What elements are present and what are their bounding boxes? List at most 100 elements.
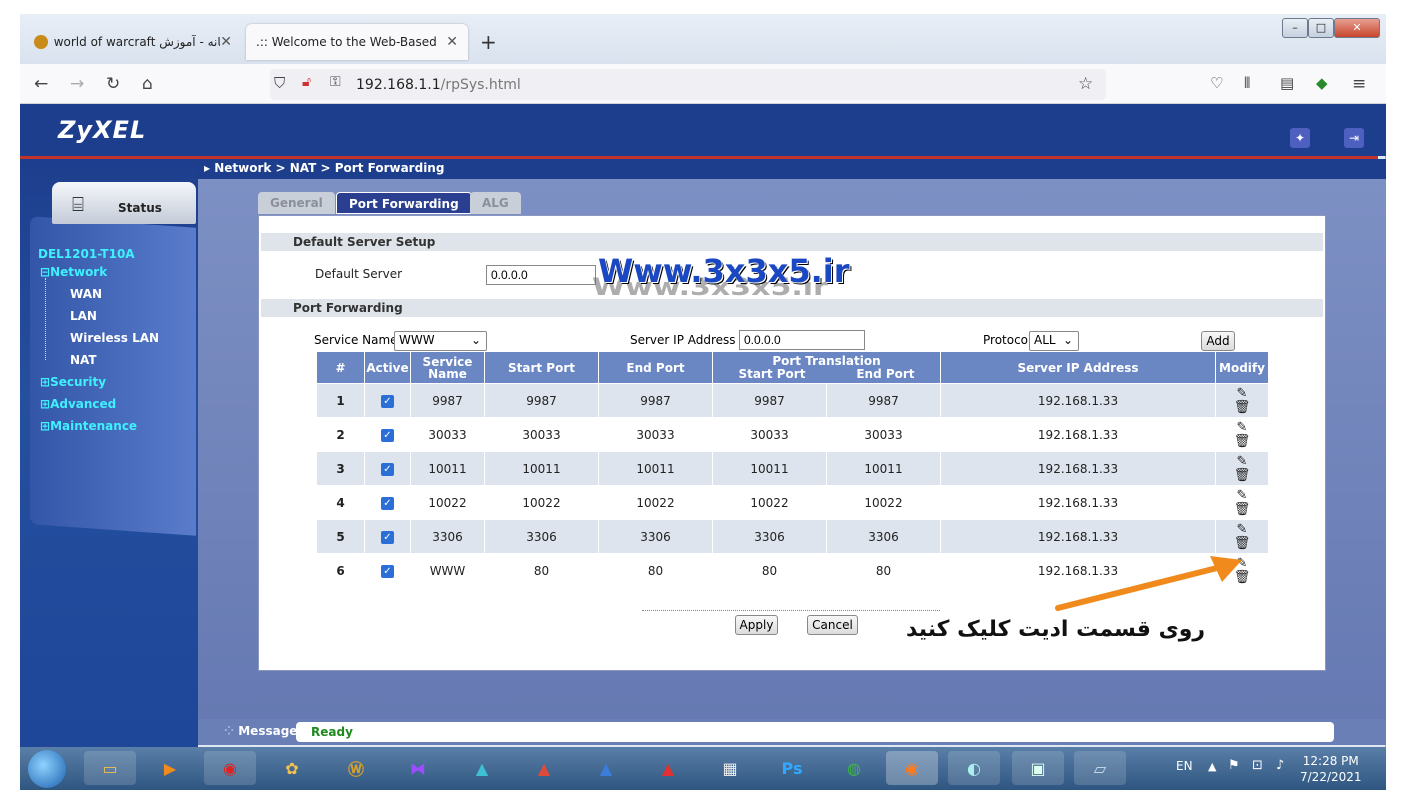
volume-icon[interactable]: ♪ bbox=[1276, 758, 1284, 773]
menu-lan[interactable]: LAN bbox=[70, 309, 97, 323]
end-port-cell: 80 bbox=[599, 554, 712, 587]
cancel-button[interactable]: Cancel bbox=[807, 615, 858, 635]
menu-network[interactable]: ⊟Network bbox=[40, 265, 107, 279]
trash-icon[interactable]: 🗑︎ bbox=[1234, 502, 1251, 517]
trash-icon[interactable]: 🗑︎ bbox=[1234, 468, 1251, 483]
photoshop-icon[interactable]: Ps bbox=[766, 751, 818, 785]
active-checkbox[interactable]: ✓ bbox=[381, 497, 394, 510]
tray-expand-icon[interactable]: ▲ bbox=[1208, 760, 1216, 773]
service-cell: 9987 bbox=[411, 384, 484, 417]
shield-icon[interactable]: ⛉ bbox=[274, 74, 285, 92]
breadcrumb-arrow-icon: ▸ bbox=[204, 161, 215, 175]
menu-maintenance[interactable]: ⊞Maintenance bbox=[40, 419, 137, 433]
flag-icon[interactable]: ⚑ bbox=[1228, 758, 1240, 773]
edit-icon[interactable]: ✎ bbox=[1237, 522, 1248, 537]
edit-icon[interactable]: ✎ bbox=[1237, 488, 1248, 503]
new-tab-button[interactable]: + bbox=[480, 30, 497, 54]
firefox-icon[interactable]: ◉ bbox=[886, 751, 938, 785]
network-icon[interactable]: ⊡ bbox=[1252, 758, 1263, 773]
home-icon[interactable]: ⌂ bbox=[142, 74, 153, 94]
start-button[interactable] bbox=[28, 750, 66, 788]
server-ip-input[interactable] bbox=[739, 330, 865, 350]
trash-icon[interactable]: 🗑︎ bbox=[1234, 400, 1251, 415]
reload-icon[interactable]: ↻ bbox=[106, 74, 120, 94]
library-icon[interactable]: ⫴ bbox=[1244, 74, 1250, 92]
lock-icon[interactable]: 🔓︎ bbox=[302, 74, 311, 90]
active-checkbox[interactable]: ✓ bbox=[381, 395, 394, 408]
apply-button[interactable]: Apply bbox=[735, 615, 778, 635]
menu-nat[interactable]: NAT bbox=[70, 353, 97, 367]
film-icon[interactable]: ▦ bbox=[704, 751, 756, 785]
tab-general[interactable]: General bbox=[258, 192, 335, 214]
key-icon[interactable]: ⚿ bbox=[330, 74, 341, 90]
header-modify: Modify bbox=[1216, 352, 1268, 383]
service-cell: 3306 bbox=[411, 520, 484, 553]
wizard-icon[interactable]: ✦ bbox=[1290, 128, 1310, 148]
warcraft-icon[interactable]: Ⓦ bbox=[330, 751, 382, 785]
service-name-select[interactable]: WWW ⌄ bbox=[394, 331, 487, 351]
add-button[interactable]: Add bbox=[1201, 331, 1235, 351]
language-indicator[interactable]: EN bbox=[1176, 759, 1193, 773]
close-button[interactable]: ✕ bbox=[1334, 18, 1380, 38]
active-cell: ✓ bbox=[365, 486, 410, 519]
menu-advanced[interactable]: ⊞Advanced bbox=[40, 397, 116, 411]
edit-icon[interactable]: ✎ bbox=[1237, 386, 1248, 401]
app-notes-icon[interactable]: ▱ bbox=[1074, 751, 1126, 785]
protocol-select[interactable]: ALL ⌄ bbox=[1029, 331, 1079, 351]
tab-alg[interactable]: ALG bbox=[470, 192, 521, 214]
active-checkbox[interactable]: ✓ bbox=[381, 565, 394, 578]
explorer-icon[interactable]: ▭ bbox=[84, 751, 136, 785]
edit-icon[interactable]: ✎ bbox=[1237, 420, 1248, 435]
app-a1-icon[interactable]: ▲ bbox=[456, 751, 508, 785]
service-name-value: WWW bbox=[399, 333, 435, 347]
active-checkbox[interactable]: ✓ bbox=[381, 463, 394, 476]
breadcrumb-text: Network > NAT > Port Forwarding bbox=[214, 161, 445, 175]
paint-icon[interactable]: ✿ bbox=[266, 751, 318, 785]
download-manager-icon[interactable]: ◍ bbox=[828, 751, 880, 785]
tab-close-icon[interactable]: ✕ bbox=[446, 34, 458, 50]
trash-icon[interactable]: 🗑︎ bbox=[1234, 434, 1251, 449]
menu-wireless-lan[interactable]: Wireless LAN bbox=[70, 331, 159, 345]
default-server-input[interactable] bbox=[486, 265, 596, 285]
app-window-icon[interactable]: ▣ bbox=[1012, 751, 1064, 785]
start-port-cell: 10011 bbox=[485, 452, 598, 485]
menu-wan[interactable]: WAN bbox=[70, 287, 102, 301]
back-icon[interactable]: ← bbox=[34, 74, 48, 94]
active-cell: ✓ bbox=[365, 554, 410, 587]
tab-close-icon[interactable]: ✕ bbox=[220, 34, 232, 50]
recorder-icon[interactable]: ◉ bbox=[204, 751, 256, 785]
edit-icon[interactable]: ✎ bbox=[1237, 454, 1248, 469]
star-icon[interactable]: ☆ bbox=[1078, 74, 1093, 94]
header-server-ip: Server IP Address bbox=[941, 352, 1215, 383]
tab-router[interactable]: .:: Welcome to the Web-Based Confi ✕ bbox=[246, 24, 468, 60]
url-text[interactable]: 192.168.1.1/rpSys.html bbox=[356, 77, 521, 93]
expand-icon: ⊞ bbox=[40, 375, 51, 389]
extension-icon[interactable]: ◆ bbox=[1316, 74, 1328, 92]
pocket-icon[interactable]: ♡ bbox=[1210, 74, 1223, 92]
pt-end-cell: 80 bbox=[827, 554, 940, 587]
server-ip-label: Server IP Address bbox=[630, 333, 736, 347]
media-player-icon[interactable]: ▶ bbox=[144, 751, 196, 785]
forward-icon[interactable]: → bbox=[70, 74, 84, 94]
warcraft-favicon-icon bbox=[34, 35, 48, 49]
video-app-icon[interactable]: ⧓ bbox=[392, 751, 444, 785]
app-a4-icon[interactable]: ▲ bbox=[642, 751, 694, 785]
section-default-server: Default Server Setup bbox=[261, 233, 1323, 251]
minimize-button[interactable]: – bbox=[1282, 18, 1308, 38]
header-start-port: Start Port bbox=[485, 352, 598, 383]
clock[interactable]: 12:28 PM 7/22/2021 bbox=[1300, 753, 1362, 785]
tab-port-forwarding[interactable]: Port Forwarding bbox=[336, 192, 472, 214]
app-swirl-icon[interactable]: ◐ bbox=[948, 751, 1000, 785]
app-a3-icon[interactable]: ▲ bbox=[580, 751, 632, 785]
tab-warcraft[interactable]: world of warcraft خانه - آموزش ✕ bbox=[24, 24, 242, 60]
menu-security[interactable]: ⊞Security bbox=[40, 375, 106, 389]
sidebar-icon[interactable]: ▤ bbox=[1280, 74, 1294, 92]
app-a2-icon[interactable]: ▲ bbox=[518, 751, 570, 785]
menu-icon[interactable]: ≡ bbox=[1352, 74, 1366, 94]
active-checkbox[interactable]: ✓ bbox=[381, 531, 394, 544]
active-checkbox[interactable]: ✓ bbox=[381, 429, 394, 442]
message-label-text: Message bbox=[238, 724, 298, 738]
logout-icon[interactable]: ⇥ bbox=[1344, 128, 1364, 148]
router-icon: ⌸ bbox=[72, 192, 84, 216]
maximize-button[interactable]: □ bbox=[1308, 18, 1334, 38]
